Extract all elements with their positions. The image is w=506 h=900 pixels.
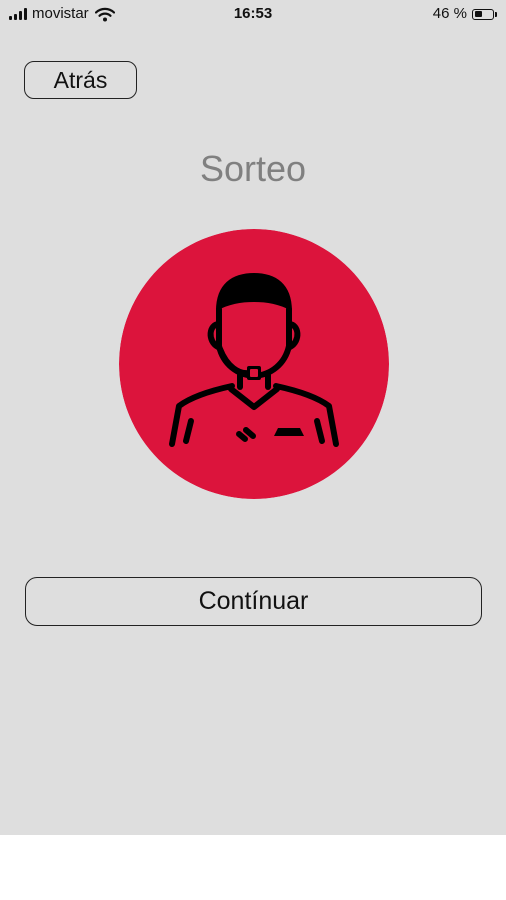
battery-group: 46 % xyxy=(433,6,497,22)
battery-cap xyxy=(495,11,497,17)
battery-fill xyxy=(474,11,483,17)
status-bar: movistar 16:53 46 % xyxy=(0,0,506,30)
continue-button[interactable]: Contínuar xyxy=(25,577,482,626)
screen-background: movistar 16:53 46 % Atrás Sorteo Contínu… xyxy=(0,0,506,835)
back-button[interactable]: Atrás xyxy=(24,61,137,99)
status-time: 16:53 xyxy=(233,5,273,22)
referee-illustration xyxy=(119,229,389,499)
battery-percent: 46 % xyxy=(432,5,467,22)
page-title: Sorteo xyxy=(199,148,307,189)
battery-icon xyxy=(472,8,494,20)
referee-avatar-icon xyxy=(119,229,389,499)
